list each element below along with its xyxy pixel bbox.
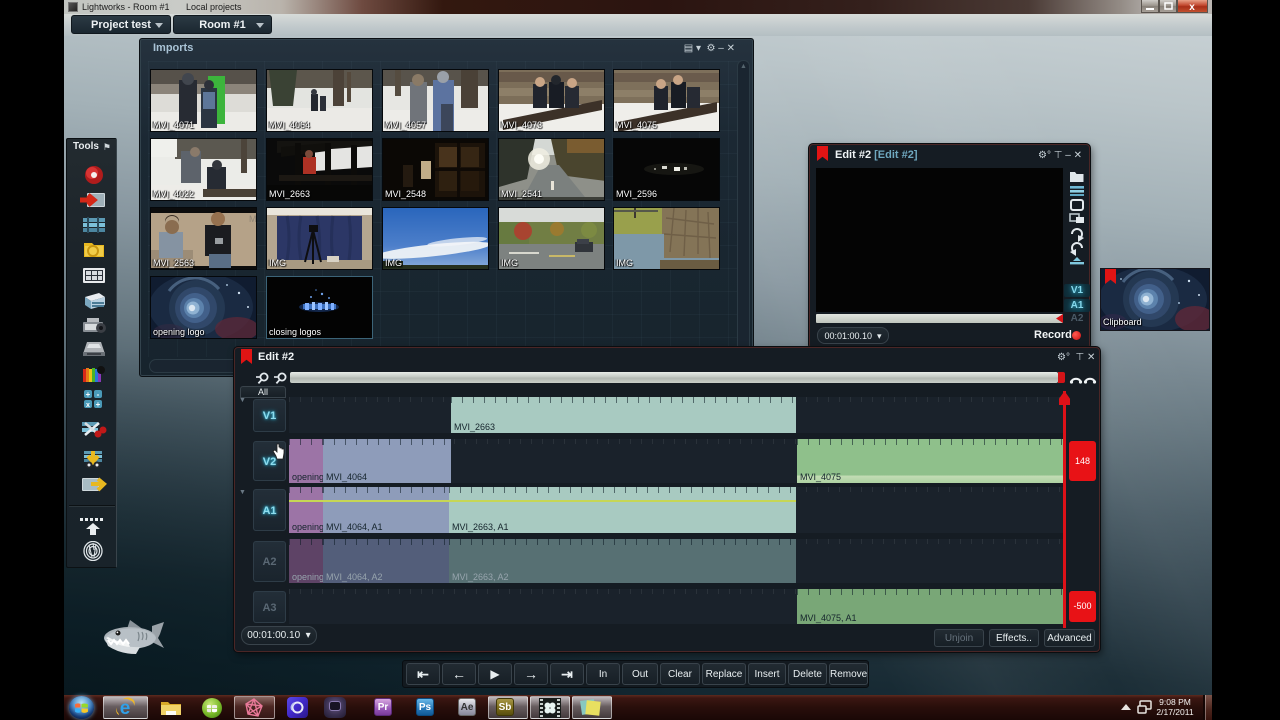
svg-text:x: x [86,402,90,409]
svg-text:-: - [97,390,100,399]
svg-text:+: + [86,390,91,399]
svg-text:e: e [120,698,131,718]
svg-text:x: x [1189,2,1195,12]
svg-text:M: M [249,214,257,224]
svg-text:+: + [96,400,101,409]
